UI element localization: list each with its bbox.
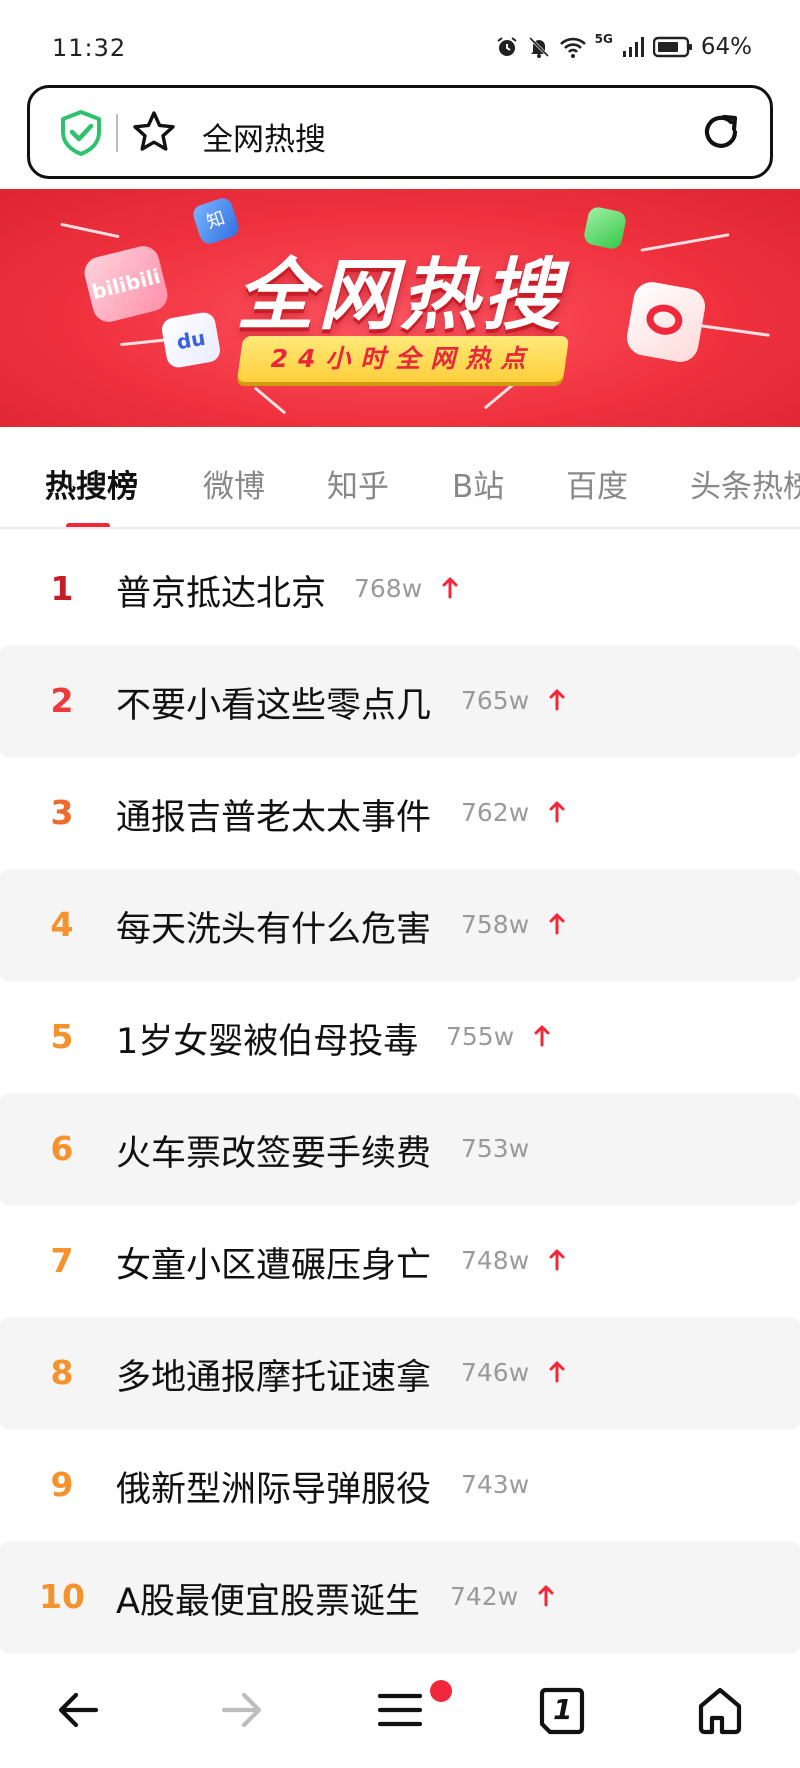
- battery-level: 64%: [700, 34, 752, 60]
- banner-streak: [253, 386, 287, 415]
- list-item-title[interactable]: 不要小看这些零点几: [116, 677, 431, 728]
- active-tab-indicator: [66, 523, 110, 527]
- tab-toutiao[interactable]: 头条热榜: [690, 461, 800, 506]
- tab-bilibili[interactable]: B站: [452, 461, 504, 506]
- bottom-navigation: 1: [0, 1654, 800, 1768]
- list-item[interactable]: 5 1岁女婴被伯母投毒 755w: [0, 981, 800, 1093]
- list-item-count: 746w: [461, 1358, 530, 1387]
- menu-icon[interactable]: [372, 1682, 428, 1738]
- banner[interactable]: bilibili 知 du 全网热搜 24小时全网热点: [0, 189, 800, 427]
- list-item-rank: 4: [50, 905, 74, 944]
- list-item-rank: 3: [50, 793, 74, 832]
- tabs-button[interactable]: 1: [532, 1682, 588, 1738]
- tab-hot-list[interactable]: 热搜榜: [45, 461, 138, 506]
- rising-arrow-icon: [549, 1249, 565, 1271]
- tab-count: 1: [553, 1693, 573, 1726]
- list-item[interactable]: 10 A股最便宜股票诞生 742w: [0, 1541, 800, 1653]
- rising-arrow-icon: [538, 1585, 554, 1607]
- address-bar[interactable]: 全网热搜: [27, 85, 773, 179]
- network-type: 5G: [594, 32, 613, 46]
- list-item-count: 768w: [354, 574, 423, 603]
- list-item-count: 755w: [446, 1022, 515, 1051]
- list-item-title[interactable]: 火车票改签要手续费: [116, 1125, 431, 1176]
- list-item[interactable]: 2 不要小看这些零点几 765w: [0, 645, 800, 757]
- list-item-title[interactable]: 俄新型洲际导弹服役: [116, 1461, 431, 1512]
- signal-icon: [622, 37, 644, 57]
- tab-baidu[interactable]: 百度: [566, 461, 628, 506]
- list-item-title[interactable]: A股最便宜股票诞生: [116, 1573, 420, 1624]
- list-item-count: 758w: [461, 910, 530, 939]
- tab-weibo[interactable]: 微博: [203, 461, 265, 506]
- list-item-rank: 6: [50, 1129, 74, 1168]
- list-item-rank: 7: [50, 1241, 74, 1280]
- list-item-count: 753w: [461, 1134, 530, 1163]
- list-item[interactable]: 8 多地通报摩托证速拿 746w: [0, 1317, 800, 1429]
- list-item-title[interactable]: 每天洗头有什么危害: [116, 901, 431, 952]
- wifi-icon: [559, 37, 586, 58]
- list-item-count: 742w: [450, 1582, 519, 1611]
- rising-arrow-icon: [442, 577, 458, 599]
- list-item[interactable]: 4 每天洗头有什么危害 758w: [0, 869, 800, 981]
- address-text[interactable]: 全网热搜: [202, 114, 326, 159]
- banner-streak: [483, 381, 517, 410]
- address-divider: [116, 114, 118, 152]
- rising-arrow-icon: [549, 913, 565, 935]
- alarm-icon: [497, 37, 517, 56]
- list-item-rank: 9: [50, 1465, 74, 1504]
- rising-arrow-icon: [549, 689, 565, 711]
- list-item-count: 762w: [461, 798, 530, 827]
- list-item-rank: 10: [39, 1577, 85, 1616]
- rising-arrow-icon: [549, 801, 565, 823]
- list-item-rank: 5: [50, 1017, 74, 1056]
- list-item[interactable]: 6 火车票改签要手续费 753w: [0, 1093, 800, 1205]
- list-item-count: 743w: [461, 1470, 530, 1499]
- list-item[interactable]: 1 普京抵达北京 768w: [0, 533, 800, 645]
- status-icons: 5G 64%: [495, 32, 752, 60]
- refresh-icon[interactable]: [698, 109, 744, 155]
- banner-title: 全网热搜: [235, 251, 564, 341]
- home-icon[interactable]: [692, 1682, 748, 1738]
- menu-notification-badge: [430, 1680, 452, 1702]
- forward-icon[interactable]: [214, 1682, 270, 1738]
- list-item-count: 765w: [461, 686, 530, 715]
- list-item-title[interactable]: 普京抵达北京: [116, 565, 326, 616]
- back-icon[interactable]: [50, 1682, 106, 1738]
- list-item[interactable]: 7 女童小区遭碾压身亡 748w: [0, 1205, 800, 1317]
- status-bar: 11:32 5G 64%: [0, 0, 800, 84]
- tab-zhihu[interactable]: 知乎: [327, 461, 389, 506]
- status-time: 11:32: [52, 34, 127, 62]
- list-item[interactable]: 9 俄新型洲际导弹服役 743w: [0, 1429, 800, 1541]
- list-item-title[interactable]: 女童小区遭碾压身亡: [116, 1237, 431, 1288]
- rising-arrow-icon: [549, 1361, 565, 1383]
- banner-subtitle: 24小时全网热点: [270, 344, 536, 373]
- list-item-rank: 8: [50, 1353, 74, 1392]
- hot-search-list: 1 普京抵达北京 768w 2 不要小看这些零点几 765w 3 通报吉普老太太…: [0, 533, 800, 1653]
- list-item-title[interactable]: 通报吉普老太太事件: [116, 789, 431, 840]
- list-item-count: 748w: [461, 1246, 530, 1275]
- category-tabs: 热搜榜 微博 知乎 B站 百度 头条热榜: [0, 427, 800, 529]
- shield-icon[interactable]: [60, 110, 102, 156]
- list-item-rank: 1: [50, 569, 74, 608]
- list-item-rank: 2: [50, 681, 74, 720]
- list-item-title[interactable]: 1岁女婴被伯母投毒: [116, 1013, 418, 1064]
- battery-icon: [652, 36, 692, 58]
- mute-icon: [528, 36, 549, 58]
- list-item-title[interactable]: 多地通报摩托证速拿: [116, 1349, 431, 1400]
- rising-arrow-icon: [534, 1025, 550, 1047]
- star-icon[interactable]: [131, 109, 177, 155]
- list-item[interactable]: 3 通报吉普老太太事件 762w: [0, 757, 800, 869]
